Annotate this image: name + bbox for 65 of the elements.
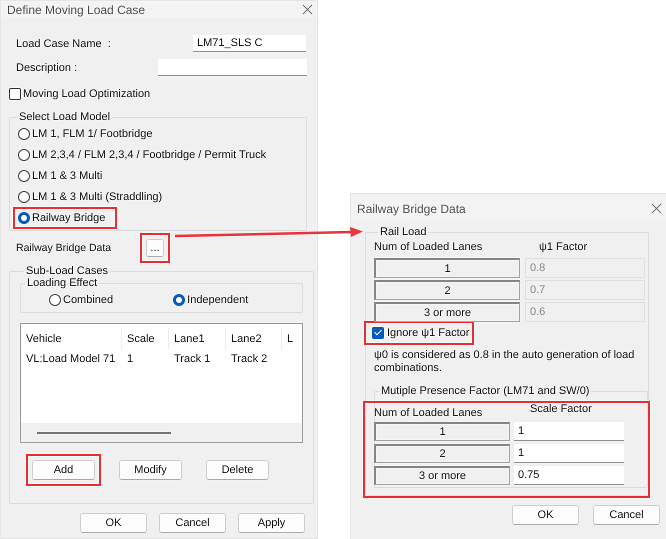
radio-button[interactable]: Railway Bridge <box>18 209 112 227</box>
action-button[interactable]: Delete <box>206 460 269 480</box>
scale-factor-field[interactable]: 1 <box>514 444 624 463</box>
dialog-button[interactable]: Cancel <box>159 513 226 533</box>
field-label: Load Case Name : <box>16 38 111 50</box>
radio-button[interactable]: LM 1 & 3 Multi <box>18 167 301 185</box>
scale-factor-field[interactable]: 1 <box>514 422 624 441</box>
column-header[interactable]: Lane2 <box>226 328 282 350</box>
group-title: Loading Effect <box>26 277 98 289</box>
action-button[interactable]: Modify <box>119 460 182 480</box>
checkbox-label: Ignore ψ1 Factor <box>387 327 470 339</box>
column-header[interactable]: L <box>282 328 302 350</box>
close-icon[interactable] <box>302 4 313 15</box>
table-cell-text: VL:Load Model 71 <box>25 353 116 365</box>
window-title: Railway Bridge Data <box>357 202 466 216</box>
column-header[interactable]: Vehicle <box>21 328 122 350</box>
column-header: Scale Factor <box>530 403 592 415</box>
radio-label: LM 1, FLM 1/ Footbridge <box>32 128 152 140</box>
checkbox-label: Moving Load Optimization <box>23 88 150 100</box>
dialog-button[interactable]: Apply <box>238 513 305 533</box>
scale-factor-field[interactable]: 0.75 <box>514 466 624 485</box>
name-field[interactable]: LM71_SLS C <box>193 35 306 52</box>
dialog-button[interactable]: OK <box>80 513 147 533</box>
radio-button[interactable]: LM 1 & 3 Multi (Straddling) <box>18 188 301 206</box>
radio-button[interactable]: Combined <box>49 291 114 309</box>
table-cell-text: Track 2 <box>230 353 268 365</box>
radio-button[interactable]: LM 1, FLM 1/ Footbridge <box>18 125 301 143</box>
scrollbar[interactable] <box>37 432 171 434</box>
lane-count-cell: 2 <box>374 280 520 300</box>
lane-count-cell: 1 <box>374 258 520 278</box>
column-header: Num of Loaded Lanes <box>374 241 484 253</box>
description-field[interactable] <box>158 59 307 76</box>
radio-label: Combined <box>63 294 114 306</box>
dialog-button[interactable]: OK <box>512 505 579 525</box>
action-button[interactable]: Add <box>32 460 95 480</box>
radio-label: LM 1 & 3 Multi <box>32 170 102 182</box>
field-label: Description : <box>16 62 78 74</box>
column-header: ψ1 Factor <box>539 241 588 253</box>
group-title: Select Load Model <box>18 111 112 123</box>
radio-button[interactable]: LM 2,3,4 / FLM 2,3,4 / Footbridge / Permit Truck <box>18 146 301 164</box>
window-title: Define Moving Load Case <box>7 2 146 16</box>
radio-label: Railway Bridge <box>32 212 106 224</box>
close-icon[interactable] <box>651 203 662 214</box>
note-text: ψ0 is considered as 0.8 in the auto generation of load combinations. <box>374 349 636 375</box>
radio-label: LM 2,3,4 / FLM 2,3,4 / Footbridge / Permit Truck <box>32 149 266 161</box>
radio-button[interactable]: Independent <box>173 291 248 309</box>
radio-label: LM 1 & 3 Multi (Straddling) <box>32 191 162 203</box>
lane-count-cell: 1 <box>374 422 510 441</box>
group-title: Sub-Load Cases <box>25 265 109 277</box>
browse-button[interactable]: ... <box>146 239 164 257</box>
lane-count-cell: 3 or more <box>374 302 520 322</box>
column-header: Num of Loaded Lanes <box>374 407 484 419</box>
checkbox[interactable]: Moving Load Optimization <box>9 85 307 103</box>
lane-count-cell: 3 or more <box>374 466 510 485</box>
radio-label: Independent <box>187 294 248 306</box>
dialog-button[interactable]: Cancel <box>593 505 660 525</box>
table-cell-text: Track 1 <box>173 353 212 365</box>
group-title: Mutiple Presence Factor (LM71 and SW/0) <box>380 385 590 397</box>
field-label: Railway Bridge Data <box>16 242 112 254</box>
lane-count-cell: 2 <box>374 444 510 463</box>
table-cell-text: 1 <box>126 353 134 365</box>
column-header[interactable]: Lane1 <box>169 328 226 350</box>
group-title: Rail Load <box>379 226 428 238</box>
checkbox[interactable]: Ignore ψ1 Factor <box>372 324 470 342</box>
column-header[interactable]: Scale <box>122 328 169 350</box>
